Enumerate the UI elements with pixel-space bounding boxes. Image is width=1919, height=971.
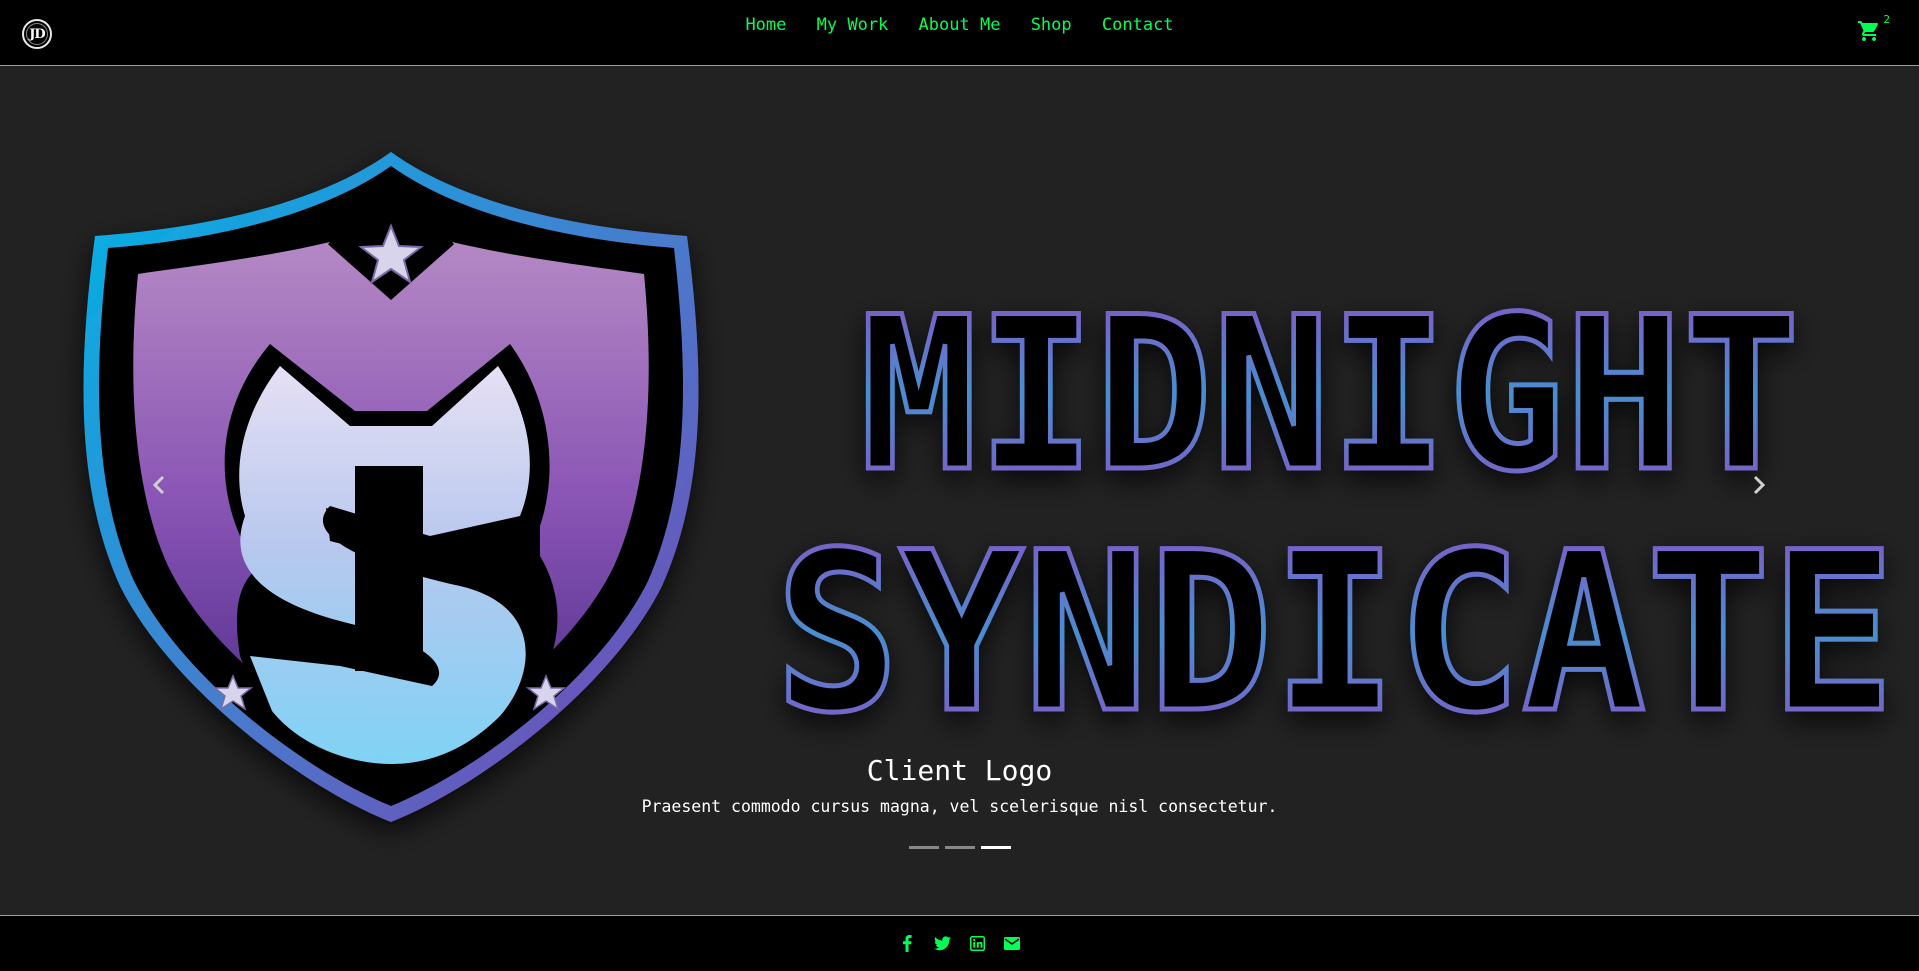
nav-links: Home My Work About Me Shop Contact	[0, 15, 1919, 35]
caption-text: Praesent commodo cursus magna, vel scele…	[641, 797, 1278, 816]
carousel-next-button[interactable]	[1744, 470, 1774, 500]
nav-link-my-work[interactable]: My Work	[817, 15, 889, 35]
caption-title: Client Logo	[866, 754, 1053, 787]
carousel-indicator-2[interactable]	[944, 846, 975, 849]
carousel-caption: Client Logo Praesent commodo cursus magn…	[0, 754, 1919, 816]
facebook-link[interactable]	[898, 934, 916, 952]
nav-link-shop[interactable]: Shop	[1031, 15, 1072, 35]
cart-icon	[1858, 21, 1879, 41]
navbar: JD Home My Work About Me Shop Contact 2	[0, 0, 1919, 66]
cart-count-badge: 2	[1883, 13, 1890, 26]
linkedin-link[interactable]	[968, 934, 986, 952]
linkedin-icon	[969, 935, 985, 951]
carousel-indicator-3[interactable]	[980, 846, 1011, 849]
carousel-indicator-1[interactable]	[908, 846, 939, 849]
logo-text-line1: MIDNIGHT	[860, 271, 1800, 518]
nav-link-contact[interactable]: Contact	[1102, 15, 1174, 35]
email-link[interactable]	[1003, 934, 1021, 952]
chevron-left-icon	[152, 475, 165, 495]
facebook-icon	[903, 934, 912, 952]
nav-link-about-me[interactable]: About Me	[919, 15, 1001, 35]
cart-button[interactable]: 2	[1857, 13, 1890, 45]
carousel: MIDNIGHT SYNDICATE Client Logo Praesent …	[0, 66, 1919, 915]
social-links	[0, 934, 1919, 952]
carousel-prev-button[interactable]	[144, 470, 174, 500]
twitter-icon	[933, 935, 951, 950]
logo-text-line2: SYNDICATE	[775, 505, 1895, 761]
footer	[0, 915, 1919, 971]
nav-link-home[interactable]: Home	[745, 15, 786, 35]
email-icon	[1004, 936, 1020, 950]
chevron-right-icon	[1753, 475, 1766, 495]
carousel-indicators	[0, 846, 1919, 849]
twitter-link[interactable]	[933, 934, 951, 952]
